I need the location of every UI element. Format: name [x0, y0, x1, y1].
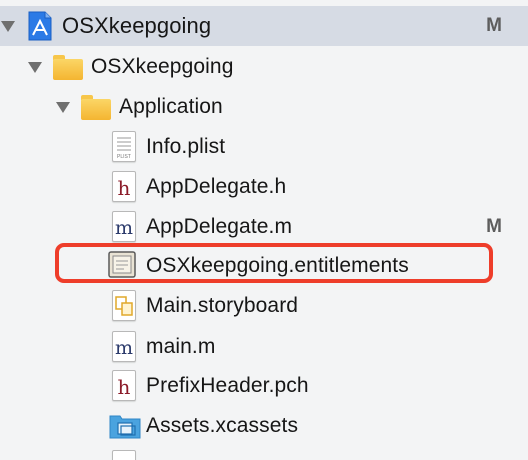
header-file-icon: h — [112, 171, 136, 202]
asset-catalog-icon — [109, 413, 141, 439]
objc-file-icon: m — [112, 211, 136, 242]
header-file-icon: h — [112, 370, 136, 401]
svg-text:PLIST: PLIST — [117, 154, 131, 160]
project-name: OSXkeepgoing — [62, 13, 212, 38]
source-control-status-badge: M — [486, 15, 502, 36]
file-name: AppDelegate.h — [146, 175, 287, 198]
disclosure-triangle-icon[interactable] — [56, 102, 70, 113]
file-row-partial[interactable] — [0, 446, 528, 460]
folder-icon — [81, 95, 111, 121]
source-control-status-badge: M — [486, 216, 502, 237]
xcode-project-icon — [28, 11, 52, 41]
file-row-prefixheader-pch[interactable]: h PrefixHeader.pch — [0, 366, 528, 406]
storyboard-file-icon — [112, 290, 136, 321]
file-row-assets-xcassets[interactable]: Assets.xcassets — [0, 406, 528, 446]
file-row-appdelegate-h[interactable]: h AppDelegate.h — [0, 167, 528, 207]
disclosure-triangle-icon[interactable] — [1, 21, 15, 32]
file-row-main-m[interactable]: m main.m — [0, 327, 528, 367]
file-name: main.m — [146, 335, 216, 358]
group-name: Application — [119, 95, 223, 118]
file-name: Assets.xcassets — [146, 414, 299, 437]
group-row-osxkeepgoing[interactable]: OSXkeepgoing — [0, 47, 528, 87]
group-row-application[interactable]: Application — [0, 87, 528, 127]
project-navigator: OSXkeepgoing M OSXkeepgoing Application … — [0, 0, 528, 460]
file-row-info-plist[interactable]: PLIST Info.plist — [0, 127, 528, 167]
file-icon — [112, 450, 136, 460]
project-row[interactable]: OSXkeepgoing M — [0, 6, 528, 46]
annotation-highlight-box — [55, 243, 493, 283]
file-row-appdelegate-m[interactable]: m AppDelegate.m M — [0, 207, 528, 247]
file-name: Info.plist — [146, 135, 226, 158]
plist-file-icon: PLIST — [112, 131, 136, 162]
group-name: OSXkeepgoing — [91, 55, 234, 78]
file-name: Main.storyboard — [146, 294, 299, 317]
disclosure-triangle-icon[interactable] — [28, 62, 42, 73]
folder-icon — [53, 55, 83, 81]
file-name: AppDelegate.m — [146, 215, 293, 238]
objc-file-icon: m — [112, 331, 136, 362]
file-name: PrefixHeader.pch — [146, 374, 309, 397]
file-row-main-storyboard[interactable]: Main.storyboard — [0, 286, 528, 326]
